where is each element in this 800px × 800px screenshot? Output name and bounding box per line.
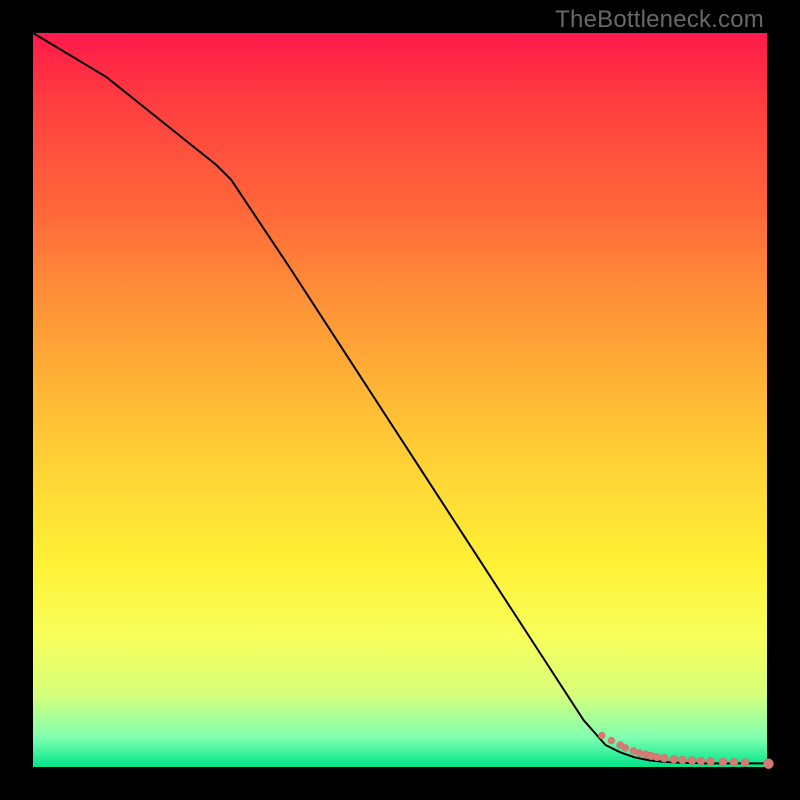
data-point	[741, 759, 749, 767]
data-point	[636, 750, 643, 757]
data-point	[688, 757, 696, 765]
data-point	[670, 755, 678, 763]
data-point	[763, 759, 773, 769]
watermark-text: TheBottleneck.com	[555, 6, 764, 34]
data-point	[622, 744, 629, 751]
data-point	[719, 758, 727, 766]
data-point	[697, 757, 705, 765]
chart-overlay	[33, 33, 767, 767]
data-point	[730, 758, 738, 766]
data-point	[679, 756, 687, 764]
data-point	[608, 737, 615, 744]
data-point	[598, 732, 605, 739]
bottleneck-curve	[33, 33, 767, 763]
data-point	[653, 753, 661, 761]
chart-frame: TheBottleneck.com	[0, 0, 800, 800]
data-point	[660, 754, 668, 762]
data-point	[706, 757, 714, 765]
